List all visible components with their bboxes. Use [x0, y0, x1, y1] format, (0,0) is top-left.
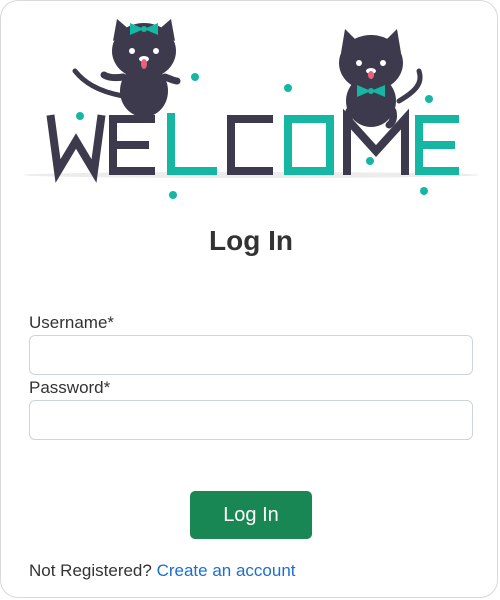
username-label: Username* [29, 313, 115, 332]
username-input[interactable] [29, 335, 473, 375]
password-input[interactable] [29, 400, 473, 440]
left-cat-icon [72, 19, 181, 117]
login-card: Log In Username* Password* Log In Not Re… [0, 0, 498, 598]
register-prompt: Not Registered? Create an account [29, 561, 296, 581]
login-button[interactable]: Log In [190, 491, 312, 539]
create-account-link[interactable]: Create an account [157, 561, 296, 580]
welcome-lettering [46, 108, 459, 183]
password-label: Password* [29, 378, 111, 397]
page-title: Log In [209, 225, 293, 256]
welcome-illustration [23, 19, 479, 199]
register-prompt-text: Not Registered? [29, 561, 152, 580]
